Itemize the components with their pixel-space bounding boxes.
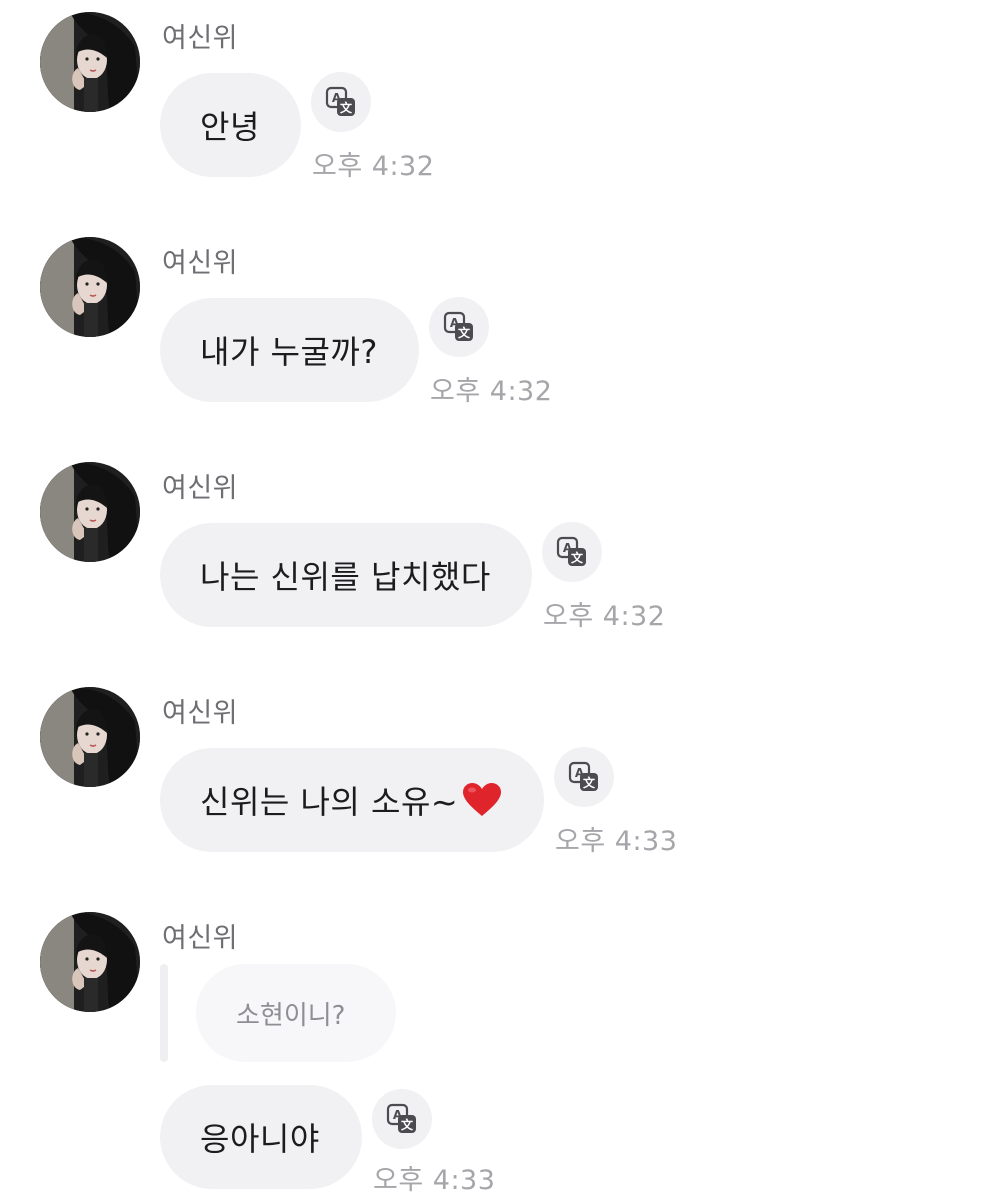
svg-text:文: 文 <box>340 100 353 115</box>
avatar[interactable] <box>40 687 140 787</box>
quoted-reply-text: 소현이니? <box>236 1000 346 1031</box>
message-bubble[interactable]: 응아니야 <box>160 1085 362 1189</box>
svg-text:文: 文 <box>401 1117 414 1132</box>
translate-icon: A 文 <box>386 1103 416 1133</box>
red-heart-emoji <box>463 783 502 816</box>
translate-icon: A 文 <box>325 86 355 116</box>
message-time: 오후 4:33 <box>555 826 678 857</box>
translate-button[interactable]: A 文 <box>372 1089 432 1149</box>
message-time: 오후 4:32 <box>312 151 435 182</box>
sender-name: 여신위 <box>162 23 239 54</box>
message-time: 오후 4:32 <box>543 601 666 632</box>
translate-button[interactable]: A 文 <box>311 72 371 132</box>
avatar[interactable] <box>40 462 140 562</box>
sender-name: 여신위 <box>162 248 239 279</box>
message-bubble[interactable]: 내가 누굴까? <box>160 298 419 402</box>
sender-name: 여신위 <box>162 698 239 729</box>
message-bubble[interactable]: 안녕 <box>160 73 301 177</box>
message-text: 안녕 <box>200 108 260 146</box>
translate-button[interactable]: A 文 <box>429 297 489 357</box>
sender-name: 여신위 <box>162 473 239 504</box>
avatar[interactable] <box>40 237 140 337</box>
message-text: 응아니야 <box>200 1120 320 1158</box>
svg-text:文: 文 <box>458 325 471 340</box>
reply-indicator-bar <box>160 964 168 1062</box>
quoted-reply-bubble[interactable]: 소현이니? <box>196 964 396 1062</box>
translate-icon: A 文 <box>556 536 586 566</box>
translate-button[interactable]: A 文 <box>554 747 614 807</box>
sender-name: 여신위 <box>162 923 239 954</box>
message-bubble[interactable]: 나는 신위를 납치했다 <box>160 523 532 627</box>
message-text: 내가 누굴까? <box>200 333 378 371</box>
message-time: 오후 4:32 <box>430 376 553 407</box>
svg-text:文: 文 <box>583 775 596 790</box>
translate-icon: A 文 <box>568 761 598 791</box>
translate-button[interactable]: A 文 <box>542 522 602 582</box>
translate-icon: A 文 <box>443 311 473 341</box>
message-text: 나는 신위를 납치했다 <box>200 558 491 596</box>
message-text: 신위는 나의 소유~ <box>200 783 459 821</box>
avatar[interactable] <box>40 912 140 1012</box>
message-bubble[interactable]: 신위는 나의 소유~ <box>160 748 544 852</box>
avatar[interactable] <box>40 12 140 112</box>
message-time: 오후 4:33 <box>373 1165 496 1196</box>
svg-text:文: 文 <box>571 550 584 565</box>
